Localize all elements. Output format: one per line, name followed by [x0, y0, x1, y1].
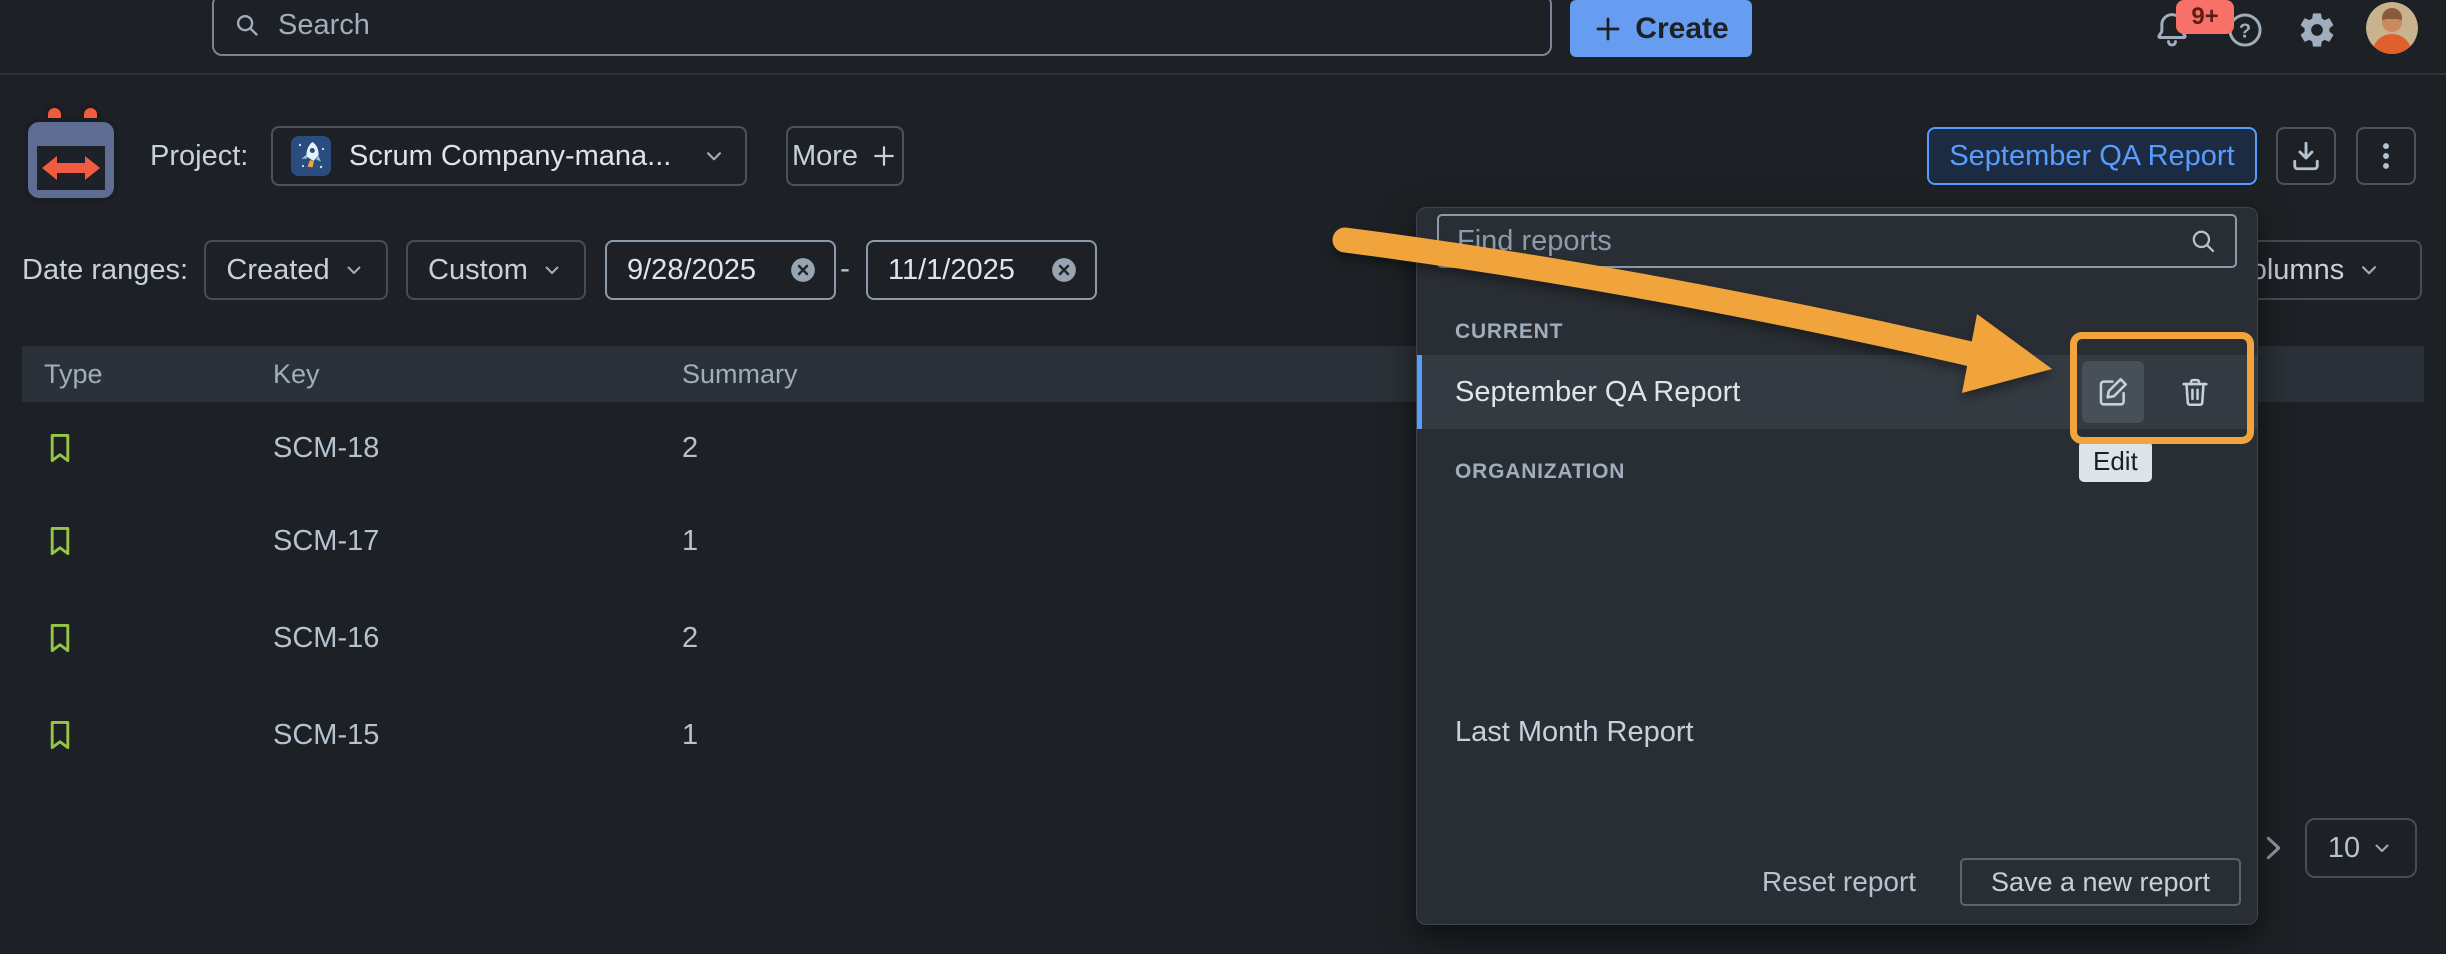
- settings-gear-button[interactable]: [2295, 8, 2339, 52]
- more-projects-button[interactable]: More: [786, 126, 904, 186]
- table-row[interactable]: SCM-17 1: [22, 495, 1412, 587]
- table-row[interactable]: SCM-18 2: [22, 402, 1412, 494]
- reports-popup: CURRENT September QA Report ORGANIZATION…: [1416, 207, 2258, 925]
- section-header-current: CURRENT: [1455, 320, 1563, 344]
- issue-key[interactable]: SCM-17: [273, 525, 379, 558]
- table-row[interactable]: SCM-16 2: [22, 592, 1412, 684]
- date-ranges-label: Date ranges:: [22, 254, 188, 287]
- chevron-down-icon: [540, 258, 564, 282]
- issue-key[interactable]: SCM-18: [273, 432, 379, 465]
- range-type-value: Custom: [428, 254, 528, 287]
- reset-report-button[interactable]: Reset report: [1762, 866, 1916, 898]
- edit-report-button[interactable]: [2082, 361, 2144, 423]
- more-options-kebab-button[interactable]: [2356, 127, 2416, 185]
- date-ranges-app-icon: [22, 104, 120, 204]
- project-label: Project:: [150, 140, 248, 173]
- story-bookmark-icon: [42, 523, 78, 559]
- report-name: September QA Report: [1455, 376, 1740, 409]
- find-reports-search[interactable]: [1437, 214, 2237, 268]
- find-reports-input[interactable]: [1455, 224, 2187, 259]
- global-search[interactable]: [212, 0, 1552, 56]
- create-button[interactable]: Create: [1570, 0, 1752, 57]
- column-header-key[interactable]: Key: [273, 359, 320, 390]
- date-field-value: Created: [226, 254, 329, 287]
- search-input[interactable]: [276, 8, 1532, 43]
- report-item-organization[interactable]: Last Month Report: [1455, 716, 1694, 749]
- project-name: Scrum Company-mana...: [349, 140, 683, 173]
- save-new-report-button[interactable]: Save a new report: [1960, 858, 2241, 906]
- project-avatar-rocket-icon: [291, 136, 331, 176]
- search-icon: [232, 10, 262, 40]
- column-header-type[interactable]: Type: [44, 359, 103, 390]
- end-date-field[interactable]: 11/1/2025: [866, 240, 1097, 300]
- start-date-value: 9/28/2025: [627, 254, 774, 287]
- section-header-organization: ORGANIZATION: [1455, 460, 1625, 484]
- search-icon: [2187, 225, 2219, 257]
- table-row[interactable]: SCM-15 1: [22, 689, 1412, 781]
- issue-summary: 1: [682, 719, 698, 752]
- chevron-down-icon: [342, 258, 366, 282]
- current-report-button[interactable]: September QA Report: [1927, 127, 2257, 185]
- issue-key[interactable]: SCM-15: [273, 719, 379, 752]
- delete-report-button[interactable]: [2164, 361, 2226, 423]
- next-page-button[interactable]: [2254, 830, 2290, 866]
- issue-summary: 2: [682, 432, 698, 465]
- export-download-button[interactable]: [2276, 127, 2336, 185]
- issue-summary: 2: [682, 622, 698, 655]
- chevron-down-icon: [701, 143, 727, 169]
- more-label: More: [792, 140, 858, 173]
- issue-key[interactable]: SCM-16: [273, 622, 379, 655]
- date-range-separator: -: [840, 252, 850, 286]
- app-root: Create 9+ ? Project:: [0, 0, 2446, 954]
- plus-icon: [870, 142, 898, 170]
- clear-end-date-icon[interactable]: [1049, 255, 1079, 285]
- project-selector-dropdown[interactable]: Scrum Company-mana...: [271, 126, 747, 186]
- clear-start-date-icon[interactable]: [788, 255, 818, 285]
- end-date-value: 11/1/2025: [888, 254, 1035, 287]
- chevron-down-icon: [2370, 836, 2394, 860]
- user-avatar[interactable]: [2366, 2, 2418, 54]
- column-header-summary[interactable]: Summary: [682, 359, 798, 390]
- chevron-down-icon: [2356, 257, 2382, 283]
- issue-summary: 1: [682, 525, 698, 558]
- plus-icon: [1593, 14, 1623, 44]
- edit-tooltip: Edit: [2079, 441, 2152, 482]
- create-button-label: Create: [1635, 12, 1728, 46]
- notification-count-badge: 9+: [2176, 0, 2234, 34]
- story-bookmark-icon: [42, 620, 78, 656]
- page-size-value: 10: [2328, 832, 2360, 865]
- page-size-dropdown[interactable]: 10: [2305, 818, 2417, 878]
- story-bookmark-icon: [42, 430, 78, 466]
- range-type-dropdown[interactable]: Custom: [406, 240, 586, 300]
- start-date-field[interactable]: 9/28/2025: [605, 240, 836, 300]
- svg-text:?: ?: [2239, 20, 2251, 42]
- top-navigation-bar: Create 9+ ?: [0, 0, 2446, 75]
- date-field-dropdown[interactable]: Created: [204, 240, 388, 300]
- story-bookmark-icon: [42, 717, 78, 753]
